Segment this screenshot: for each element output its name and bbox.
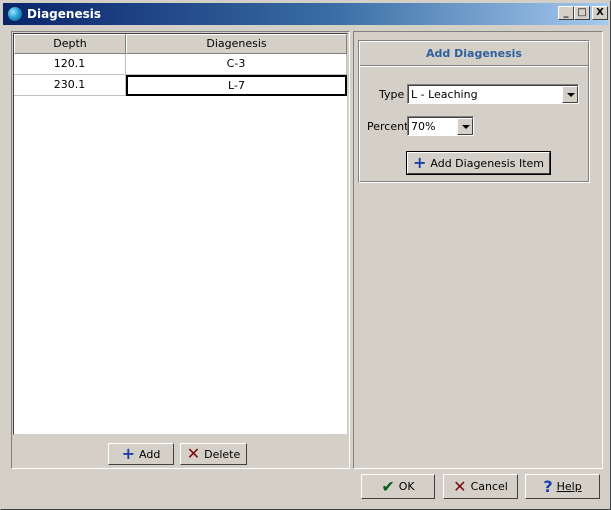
x-icon: ✕ bbox=[453, 476, 467, 496]
help-button[interactable]: ? Help bbox=[525, 474, 600, 499]
delete-button[interactable]: ✕ Delete bbox=[180, 443, 247, 465]
cancel-button[interactable]: ✕ Cancel bbox=[443, 474, 518, 499]
ok-button[interactable]: ✔ OK bbox=[361, 474, 435, 499]
table-header: Depth Diagenesis bbox=[14, 34, 347, 54]
question-mark-icon: ? bbox=[543, 476, 553, 496]
app-globe-icon bbox=[7, 6, 23, 22]
dialog-window: Diagenesis _ □ X Depth Diagenesis 120.1 … bbox=[0, 0, 611, 510]
percent-select-frame: 70% bbox=[408, 117, 473, 135]
minimize-button[interactable]: _ bbox=[558, 6, 574, 20]
type-select-frame: L - Leaching bbox=[408, 85, 578, 103]
depth-cell[interactable]: 230.1 bbox=[14, 75, 126, 96]
table-row[interactable]: 120.1 C-3 bbox=[14, 54, 347, 75]
diagenesis-cell-active[interactable]: L-7 bbox=[126, 75, 347, 96]
maximize-button[interactable]: □ bbox=[574, 6, 590, 20]
window-title: Diagenesis bbox=[27, 7, 101, 21]
plus-icon: + bbox=[121, 444, 136, 463]
checkmark-icon: ✔ bbox=[381, 476, 395, 496]
type-select[interactable]: L - Leaching bbox=[407, 84, 579, 104]
divider bbox=[360, 66, 588, 67]
title-bar[interactable]: Diagenesis _ □ X bbox=[3, 3, 608, 25]
add-diagenesis-item-button[interactable]: + Add Diagenesis Item bbox=[406, 151, 551, 175]
ok-button-label: OK bbox=[398, 480, 415, 493]
depth-cell[interactable]: 120.1 bbox=[14, 54, 126, 75]
column-header-depth[interactable]: Depth bbox=[14, 34, 126, 54]
chevron-down-icon[interactable] bbox=[562, 86, 578, 103]
percent-select-value: 70% bbox=[411, 120, 436, 133]
help-button-label: Help bbox=[556, 480, 582, 493]
diagenesis-cell[interactable]: C-3 bbox=[126, 54, 347, 75]
x-icon: ✕ bbox=[186, 444, 201, 463]
group-title: Add Diagenesis bbox=[360, 42, 588, 66]
percent-label: Percent bbox=[367, 120, 409, 133]
add-diagenesis-item-label: Add Diagenesis Item bbox=[430, 156, 544, 170]
close-button[interactable]: X bbox=[592, 6, 608, 20]
column-header-diagenesis[interactable]: Diagenesis bbox=[126, 34, 347, 54]
cancel-button-label: Cancel bbox=[470, 480, 508, 493]
type-select-value: L - Leaching bbox=[411, 88, 478, 101]
delete-button-label: Delete bbox=[204, 447, 241, 461]
percent-select[interactable]: 70% bbox=[407, 116, 474, 136]
plus-icon: + bbox=[412, 153, 427, 172]
add-button-label: Add bbox=[139, 447, 161, 461]
diagenesis-table[interactable]: Depth Diagenesis 120.1 C-3 230.1 L-7 bbox=[13, 33, 348, 435]
table-row[interactable]: 230.1 L-7 bbox=[14, 75, 347, 96]
chevron-down-icon[interactable] bbox=[457, 118, 473, 135]
add-button[interactable]: + Add bbox=[108, 443, 174, 465]
type-label: Type bbox=[379, 88, 405, 101]
